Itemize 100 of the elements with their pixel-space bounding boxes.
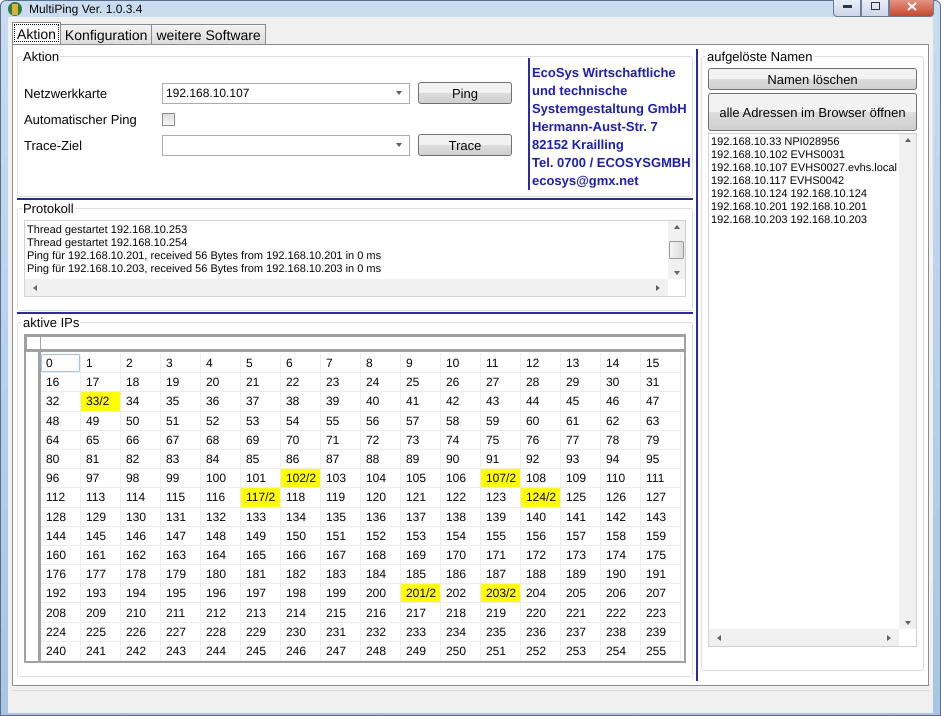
ip-cell[interactable]: 169 xyxy=(401,546,441,566)
ip-cell[interactable]: 230 xyxy=(281,622,321,642)
ip-cell[interactable]: 86 xyxy=(281,450,321,470)
ip-cell[interactable]: 160 xyxy=(41,546,81,566)
ip-cell[interactable]: 232 xyxy=(361,622,401,642)
ip-cell[interactable]: 39 xyxy=(321,392,361,412)
ip-cell[interactable]: 102/2 xyxy=(281,469,321,488)
ip-cell[interactable]: 254 xyxy=(601,642,641,661)
ip-cell[interactable]: 54 xyxy=(281,412,321,431)
tab[interactable]: Aktion xyxy=(12,22,61,44)
ip-cell[interactable]: 191 xyxy=(641,565,681,584)
ip-cell[interactable]: 59 xyxy=(481,412,521,431)
close-button[interactable] xyxy=(889,0,934,16)
ip-cell[interactable]: 201/2 xyxy=(401,584,441,604)
ip-cell[interactable]: 155 xyxy=(481,526,521,546)
ip-cell[interactable]: 154 xyxy=(441,526,481,546)
ip-cell[interactable]: 98 xyxy=(121,469,161,488)
ip-cell[interactable]: 85 xyxy=(241,450,281,470)
ip-cell[interactable]: 197 xyxy=(241,584,281,604)
ip-cell[interactable]: 9 xyxy=(401,354,441,374)
ip-cell[interactable]: 181 xyxy=(241,565,281,584)
ip-cell[interactable]: 56 xyxy=(361,412,401,431)
scroll-up-icon[interactable] xyxy=(672,223,680,231)
ip-cell[interactable]: 220 xyxy=(521,603,561,623)
maximize-button[interactable] xyxy=(861,0,889,16)
ip-cell[interactable]: 94 xyxy=(601,450,641,470)
ip-cell[interactable]: 246 xyxy=(281,642,321,661)
ip-cell[interactable]: 82 xyxy=(121,450,161,470)
minimize-button[interactable] xyxy=(833,0,861,16)
ip-cell[interactable]: 81 xyxy=(81,450,121,470)
scroll-thumb[interactable] xyxy=(669,241,684,259)
ip-cell[interactable]: 174 xyxy=(601,546,641,566)
ip-cell[interactable]: 65 xyxy=(81,430,121,450)
ip-cell[interactable]: 167 xyxy=(321,546,361,566)
ip-cell[interactable]: 66 xyxy=(121,430,161,450)
ip-cell[interactable]: 238 xyxy=(601,622,641,642)
ip-cell[interactable]: 224 xyxy=(41,622,81,642)
ip-cell[interactable]: 105 xyxy=(401,469,441,488)
ip-cell[interactable]: 161 xyxy=(81,546,121,566)
ip-cell[interactable]: 205 xyxy=(561,584,601,604)
ip-cell[interactable]: 208 xyxy=(41,603,81,623)
ip-cell[interactable]: 216 xyxy=(361,603,401,623)
ip-cell[interactable]: 57 xyxy=(401,412,441,431)
ip-cell[interactable]: 25 xyxy=(401,373,441,392)
dropdown-arrow-icon[interactable] xyxy=(395,141,403,149)
ip-cell[interactable]: 168 xyxy=(361,546,401,566)
ip-cell[interactable]: 114 xyxy=(121,488,161,508)
ip-cell[interactable]: 211 xyxy=(161,603,201,623)
ip-cell[interactable]: 74 xyxy=(441,430,481,450)
ip-cell[interactable]: 152 xyxy=(361,526,401,546)
ip-cell[interactable]: 113 xyxy=(81,488,121,508)
ip-cell[interactable]: 78 xyxy=(601,430,641,450)
ip-cell[interactable]: 127 xyxy=(641,488,681,508)
ip-cell[interactable]: 75 xyxy=(481,430,521,450)
ip-cell[interactable]: 76 xyxy=(521,430,561,450)
ip-cell[interactable]: 130 xyxy=(121,508,161,527)
ip-cell[interactable]: 51 xyxy=(161,412,201,431)
ip-cell[interactable]: 96 xyxy=(41,469,81,488)
ip-cell[interactable]: 38 xyxy=(281,392,321,412)
ip-cell[interactable]: 177 xyxy=(81,565,121,584)
network-card-dropdown[interactable]: 192.168.10.107 xyxy=(162,82,410,104)
ip-cell[interactable]: 255 xyxy=(641,642,681,661)
ip-cell[interactable]: 134 xyxy=(281,508,321,527)
ip-cell[interactable]: 125 xyxy=(561,488,601,508)
ip-cell[interactable]: 104 xyxy=(361,469,401,488)
ip-cell[interactable]: 42 xyxy=(441,392,481,412)
ip-cell[interactable]: 179 xyxy=(161,565,201,584)
ip-cell[interactable]: 109 xyxy=(561,469,601,488)
ip-cell[interactable]: 195 xyxy=(161,584,201,604)
auto-ping-checkbox[interactable] xyxy=(162,112,175,126)
ip-cell[interactable]: 183 xyxy=(321,565,361,584)
ip-cell[interactable]: 128 xyxy=(41,508,81,527)
ip-cell[interactable]: 212 xyxy=(201,603,241,623)
ip-cell[interactable]: 133 xyxy=(241,508,281,527)
ip-cell[interactable]: 136 xyxy=(361,508,401,527)
ip-cell[interactable]: 32 xyxy=(41,392,81,412)
ip-cell[interactable]: 253 xyxy=(561,642,601,661)
ip-cell[interactable]: 83 xyxy=(161,450,201,470)
tab[interactable]: weitere Software xyxy=(151,24,266,44)
ip-cell[interactable]: 100 xyxy=(201,469,241,488)
ip-cell[interactable]: 87 xyxy=(321,450,361,470)
ip-cell[interactable]: 165 xyxy=(241,546,281,566)
ip-cell[interactable]: 30 xyxy=(601,373,641,392)
ip-cell[interactable]: 67 xyxy=(161,430,201,450)
ip-cell[interactable]: 143 xyxy=(641,508,681,527)
ip-cell[interactable]: 61 xyxy=(561,412,601,431)
ip-cell[interactable]: 173 xyxy=(561,546,601,566)
ip-cell[interactable]: 144 xyxy=(41,526,81,546)
ip-cell[interactable]: 235 xyxy=(481,622,521,642)
ip-cell[interactable]: 26 xyxy=(441,373,481,392)
ip-cell[interactable]: 239 xyxy=(641,622,681,642)
ip-cell[interactable]: 153 xyxy=(401,526,441,546)
ip-cell[interactable]: 45 xyxy=(561,392,601,412)
ip-cell[interactable]: 193 xyxy=(81,584,121,604)
ip-cell[interactable]: 0 xyxy=(41,354,81,374)
scroll-up-icon[interactable] xyxy=(904,136,912,144)
ip-cell[interactable]: 70 xyxy=(281,430,321,450)
ip-cell[interactable]: 175 xyxy=(641,546,681,566)
ip-cell[interactable]: 204 xyxy=(521,584,561,604)
ip-cell[interactable]: 223 xyxy=(641,603,681,623)
